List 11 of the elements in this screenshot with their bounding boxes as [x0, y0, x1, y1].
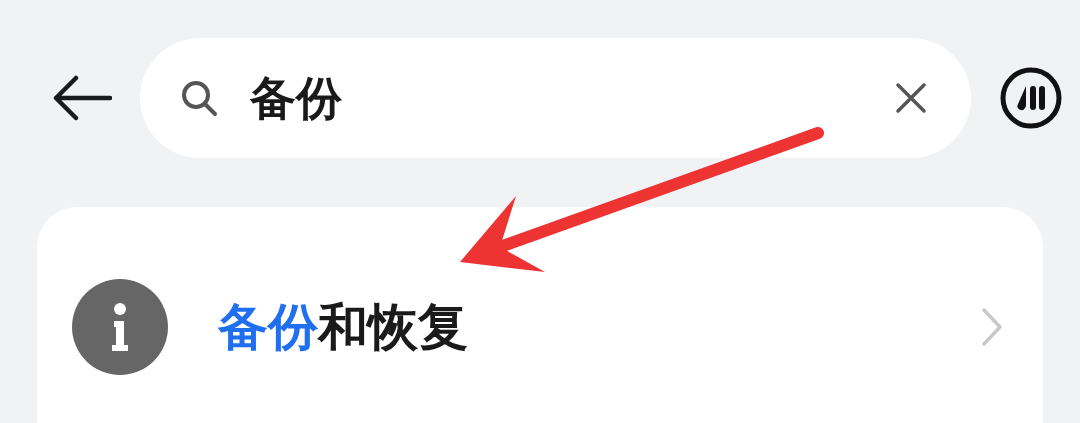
back-arrow-icon	[52, 75, 112, 121]
search-input[interactable]: 备份	[250, 63, 891, 133]
chevron-right-icon	[981, 307, 1003, 347]
close-icon	[895, 82, 927, 114]
assistant-icon	[999, 66, 1063, 130]
assistant-button[interactable]	[999, 66, 1063, 130]
result-title: 备份和恢复	[218, 296, 469, 358]
search-field[interactable]: 备份	[140, 38, 971, 158]
info-icon	[72, 279, 168, 375]
result-item[interactable]: 备份和恢复	[37, 279, 1043, 375]
search-icon	[180, 79, 218, 117]
